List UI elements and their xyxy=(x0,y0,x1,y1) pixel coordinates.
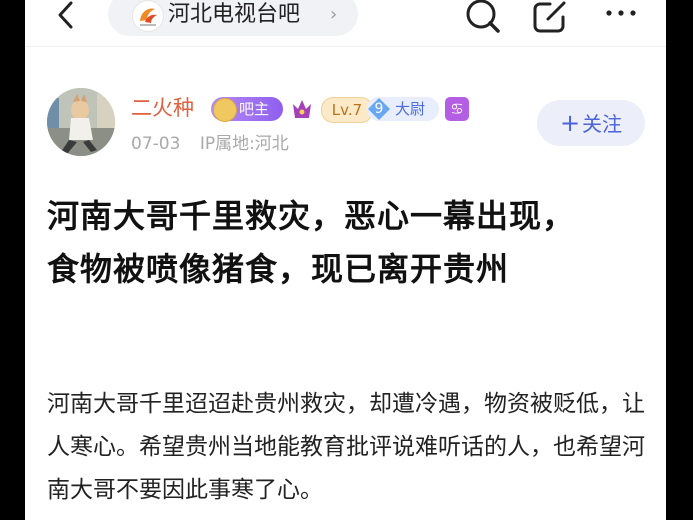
forum-entry-button[interactable]: 河北电视台吧 › xyxy=(108,0,358,36)
author-avatar[interactable] xyxy=(47,88,115,156)
top-nav-bar: 河北电视台吧 › xyxy=(25,0,666,40)
crown-icon xyxy=(290,97,314,121)
search-icon[interactable] xyxy=(463,0,503,34)
chevron-right-icon: › xyxy=(330,4,338,25)
rank-number: 9 xyxy=(374,101,384,117)
post-body: 河南大哥千里迢迢赴贵州救灾，却遭冷遇，物资被贬低，让人寒心。希望贵州当地能教育批… xyxy=(47,391,645,503)
rank-badge: 9 大尉 xyxy=(367,97,439,121)
follow-button[interactable]: + 关注 xyxy=(537,100,645,146)
zodiac-badge: ♋ xyxy=(445,97,469,121)
owner-badge-icon xyxy=(213,98,237,122)
header-divider xyxy=(25,46,666,47)
more-icon[interactable] xyxy=(603,0,643,34)
owner-badge: 吧主 xyxy=(211,97,283,122)
post-title: 河南大哥千里救灾，恶心一幕出现，食物被喷像猪食，现已离开贵州 xyxy=(47,197,576,288)
post-date: 07-03 xyxy=(131,134,181,154)
follow-label: 关注 xyxy=(582,112,623,136)
owner-badge-label: 吧主 xyxy=(239,100,270,118)
author-username[interactable]: 二火种 xyxy=(131,94,194,122)
post-meta: 07-03 IP属地:河北 xyxy=(131,132,289,156)
rank-title: 大尉 xyxy=(395,100,426,118)
diamond-icon: 9 xyxy=(367,97,391,121)
forum-name: 河北电视台吧 xyxy=(168,2,301,27)
plus-icon: + xyxy=(559,109,581,137)
back-arrow-icon[interactable] xyxy=(52,0,82,32)
phone-screen: 河北电视台吧 › 二火种 吧主 Lv.7 9 大尉 ♋ 07-03 IP属地:河… xyxy=(25,0,666,520)
level-badge: Lv.7 xyxy=(321,97,373,123)
edit-icon[interactable] xyxy=(532,0,572,34)
forum-logo-icon xyxy=(132,0,164,32)
ip-location: IP属地:河北 xyxy=(199,134,289,154)
